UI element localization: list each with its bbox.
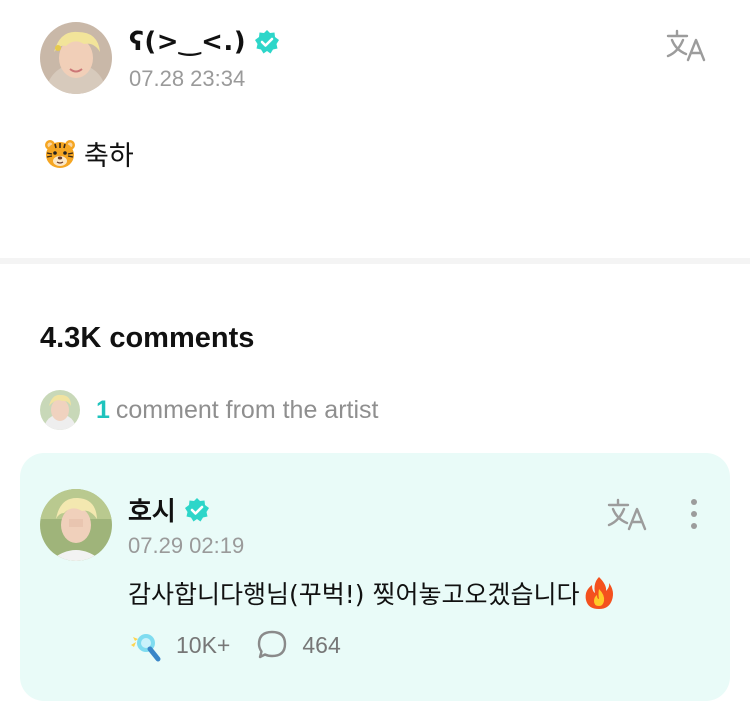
post: ʕ(>‿<.) 07.28 23:34 축하 [0, 0, 750, 258]
comment-author-name[interactable]: 호시 [128, 491, 176, 528]
reply-count: 464 [302, 631, 341, 658]
artist-avatar [40, 390, 80, 430]
verified-badge-icon [184, 497, 210, 523]
artist-comments-text[interactable]: 1 comment from the artist [96, 396, 378, 425]
comment-body: 감사합니다행님(꾸벅!) 찢어놓고오겠습니다 [128, 575, 615, 611]
reaction-button[interactable]: 10K+ [128, 628, 230, 662]
translate-icon[interactable] [607, 497, 651, 533]
light-stick-icon [131, 634, 161, 662]
artist-comments-count: 1 [96, 395, 110, 424]
post-author-avatar[interactable] [40, 22, 112, 94]
tiger-face-emoji [44, 138, 76, 170]
translate-icon[interactable] [666, 28, 710, 64]
verified-badge-icon [254, 29, 280, 55]
post-author[interactable]: ʕ(>‿<.) [129, 27, 280, 57]
post-author-name[interactable]: ʕ(>‿<.) [129, 27, 246, 57]
artist-comment-card: 호시 07.29 02:19 감사합니다행님(꾸벅!) 찢어놓고오겠습니다 10… [20, 453, 730, 701]
fire-emoji [583, 575, 615, 611]
reply-button[interactable]: 464 [256, 629, 341, 661]
reaction-count: 10K+ [176, 631, 231, 658]
artist-comments-label: comment from the artist [115, 395, 379, 424]
post-timestamp: 07.28 23:34 [129, 66, 246, 91]
more-options-icon[interactable] [686, 497, 702, 533]
post-body: 축하 [44, 134, 134, 173]
comment-actions: 10K+ 464 [128, 627, 367, 663]
section-divider [0, 258, 750, 264]
comment-author-avatar[interactable] [40, 489, 112, 561]
comment-author[interactable]: 호시 [128, 491, 210, 528]
speech-bubble-icon [258, 630, 287, 659]
artist-comments-summary[interactable]: 1 comment from the artist [40, 390, 378, 430]
post-body-text: 축하 [84, 141, 134, 172]
comments-count-title: 4.3K comments [40, 322, 255, 354]
comment-timestamp: 07.29 02:19 [128, 533, 245, 558]
comment-text: 감사합니다행님(꾸벅!) 찢어놓고오겠습니다 [128, 580, 580, 609]
